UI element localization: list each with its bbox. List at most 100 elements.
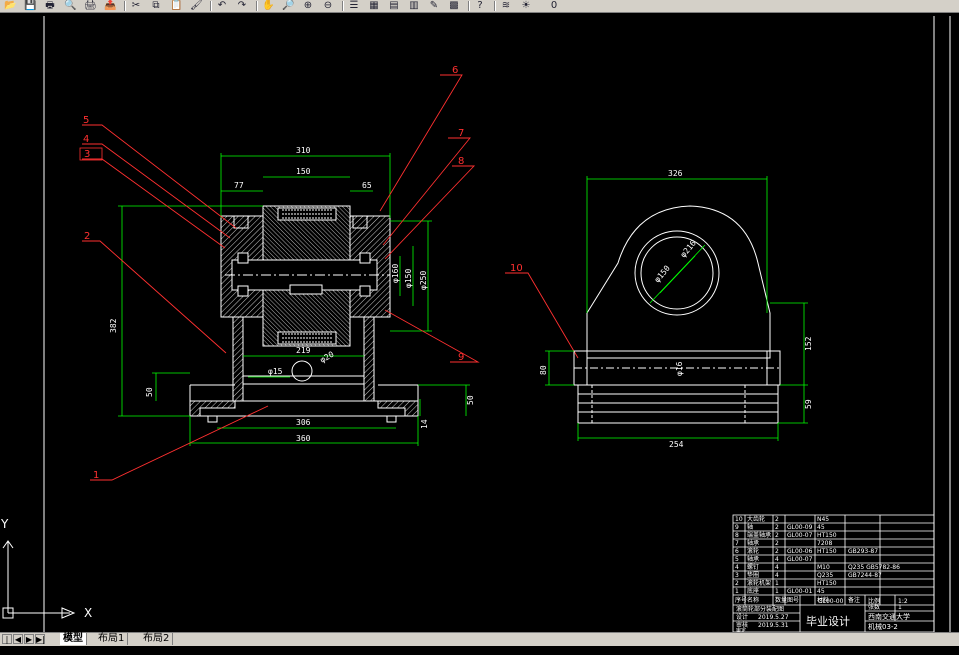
part-name: 端盖轴承 (747, 531, 771, 539)
zoom-realtime-icon[interactable]: 🔎 (282, 0, 294, 11)
toolbar-separator (494, 1, 496, 11)
design-date: 2019.5.27 (758, 614, 789, 621)
tab-layout2[interactable]: 布局2 (140, 633, 174, 645)
print-icon[interactable]: 🖶 (44, 0, 56, 11)
zoom-window-icon[interactable]: ⊕ (302, 0, 314, 11)
dim-65: 65 (362, 181, 372, 190)
part-qty: 2 (775, 524, 779, 531)
drawing-title: 滚筒轮部分装配图 (736, 605, 784, 613)
sheet-value: 1 (898, 604, 902, 611)
drawing-canvas[interactable]: 310 150 77 65 382 50 219 φ15 φ20 306 360… (0, 13, 959, 632)
dim-310: 310 (296, 146, 311, 155)
parts-header-cell: 图号 (787, 597, 799, 604)
balloon-7: 7 (458, 128, 464, 139)
undo-icon[interactable]: ↶ (216, 0, 228, 11)
calculator-icon[interactable]: ▩ (448, 0, 460, 11)
cut-icon[interactable]: ✂ (130, 0, 142, 11)
match-properties-icon[interactable]: 🖌 (190, 0, 203, 11)
publish-icon[interactable]: 📤 (104, 0, 116, 11)
part-qty: 4 (775, 556, 779, 563)
part-no: 2 (735, 580, 739, 587)
first-tab-button[interactable]: |◀ (2, 634, 12, 654)
part-material: HT150 (817, 548, 837, 555)
paste-icon[interactable]: 📋 (170, 0, 182, 11)
ucs-x-label: X (84, 606, 92, 620)
part-material: 45 (817, 588, 825, 595)
layer-dropdown[interactable]: 0 (544, 0, 564, 11)
part-material: 45 (817, 524, 825, 531)
part-name: 轴承 (747, 555, 759, 563)
drawing-code: GL00-00 (818, 598, 844, 605)
sheet-label: 张数 (868, 603, 880, 611)
part-code: GL00-01 (787, 588, 813, 595)
part-qty: 4 (775, 572, 779, 579)
check-date: 2019.5.31 (758, 622, 789, 629)
tab-model[interactable]: 模型 (60, 633, 87, 645)
parts-header-cell: 名称 (747, 596, 759, 604)
title-block-text: 滚筒轮部分装配图 GL00-00 比例 1:2 张数 1 设计 2019.5.2… (736, 597, 910, 632)
pan-icon[interactable]: ✋ (262, 0, 274, 11)
plot-icon[interactable]: 🖨 (84, 0, 97, 11)
dim-dia-160: φ160 (391, 264, 400, 283)
part-qty: 1 (775, 580, 779, 587)
dim-50: 50 (145, 387, 154, 397)
tab-layout1[interactable]: 布局1 (95, 633, 129, 645)
sheet-set-icon[interactable]: ▥ (408, 0, 420, 11)
part-note: GB7244-87 (848, 572, 882, 579)
part-name: 轴承 (747, 539, 759, 547)
last-tab-button[interactable]: ▶| (35, 634, 45, 644)
part-no: 1 (735, 588, 739, 595)
parts-header-cell: 备注 (848, 596, 860, 604)
tool-palette-icon[interactable]: ▤ (388, 0, 400, 11)
design-center-icon[interactable]: ▦ (368, 0, 380, 11)
help-icon[interactable]: ? (474, 0, 486, 11)
part-no: 8 (735, 532, 739, 539)
prev-tab-button[interactable]: ◀ (13, 634, 23, 644)
part-material: M10 (817, 564, 830, 571)
dim-382: 382 (109, 318, 118, 333)
copy-icon[interactable]: ⧉ (150, 0, 162, 11)
ucs-icon (2, 540, 76, 619)
standard-toolbar: 📂 💾 🖶 🔍 🖨 📤 ✂ ⧉ 📋 🖌 ↶ ↷ ✋ 🔎 ⊕ ⊖ ☰ ▦ ▤ ▥ ✎ ▩? ≋ ☀ 0 (0, 0, 959, 13)
part-no: 3 (735, 572, 739, 579)
part-code: GL00-07 (787, 532, 813, 539)
part-name: 滚轮机架 (747, 579, 771, 587)
dim-59: 59 (804, 399, 813, 409)
dim-dia-16: φ16 (675, 361, 684, 376)
dim-360: 360 (296, 434, 311, 443)
dim-hole-20: φ20 (319, 350, 336, 365)
zoom-previous-icon[interactable]: ⊖ (322, 0, 334, 11)
next-tab-button[interactable]: ▶ (24, 634, 34, 644)
balloon-5: 5 (83, 115, 89, 126)
project-name: 毕业设计 (806, 615, 850, 628)
layout-tabs: |◀ ◀ ▶ ▶| 模型 布局1 布局2 (0, 632, 959, 654)
part-no: 9 (735, 524, 739, 531)
part-material: HT150 (817, 532, 837, 539)
dim-80: 80 (539, 365, 548, 375)
open-icon[interactable]: 📂 (4, 0, 16, 11)
balloon-6: 6 (452, 65, 458, 76)
dim-dia-150: φ150 (404, 269, 413, 288)
layer-icon[interactable]: ≋ (500, 0, 512, 11)
markup-icon[interactable]: ✎ (428, 0, 440, 11)
part-no: 5 (735, 556, 739, 563)
part-name: 垫圈 (747, 571, 759, 579)
class-name: 机械03-2 (868, 622, 898, 631)
design-label: 设计 (736, 613, 748, 621)
redo-icon[interactable]: ↷ (236, 0, 248, 11)
layer-state-icon[interactable]: ☀ (520, 0, 532, 11)
part-qty: 1 (775, 588, 779, 595)
parts-header-cell: 数量 (775, 596, 787, 604)
dim-254: 254 (669, 440, 684, 449)
dim-326: 326 (668, 169, 683, 178)
part-code: GL00-07 (787, 556, 813, 563)
university-name: 西南交通大学 (868, 612, 910, 621)
balloon-10: 10 (510, 263, 523, 274)
drawing-frame (43, 16, 951, 632)
preview-icon[interactable]: 🔍 (64, 0, 76, 11)
toolbar-separator (124, 1, 126, 11)
properties-icon[interactable]: ☰ (348, 0, 360, 11)
dim-77: 77 (234, 181, 244, 190)
save-icon[interactable]: 💾 (24, 0, 36, 11)
toolbar-separator (342, 1, 344, 11)
